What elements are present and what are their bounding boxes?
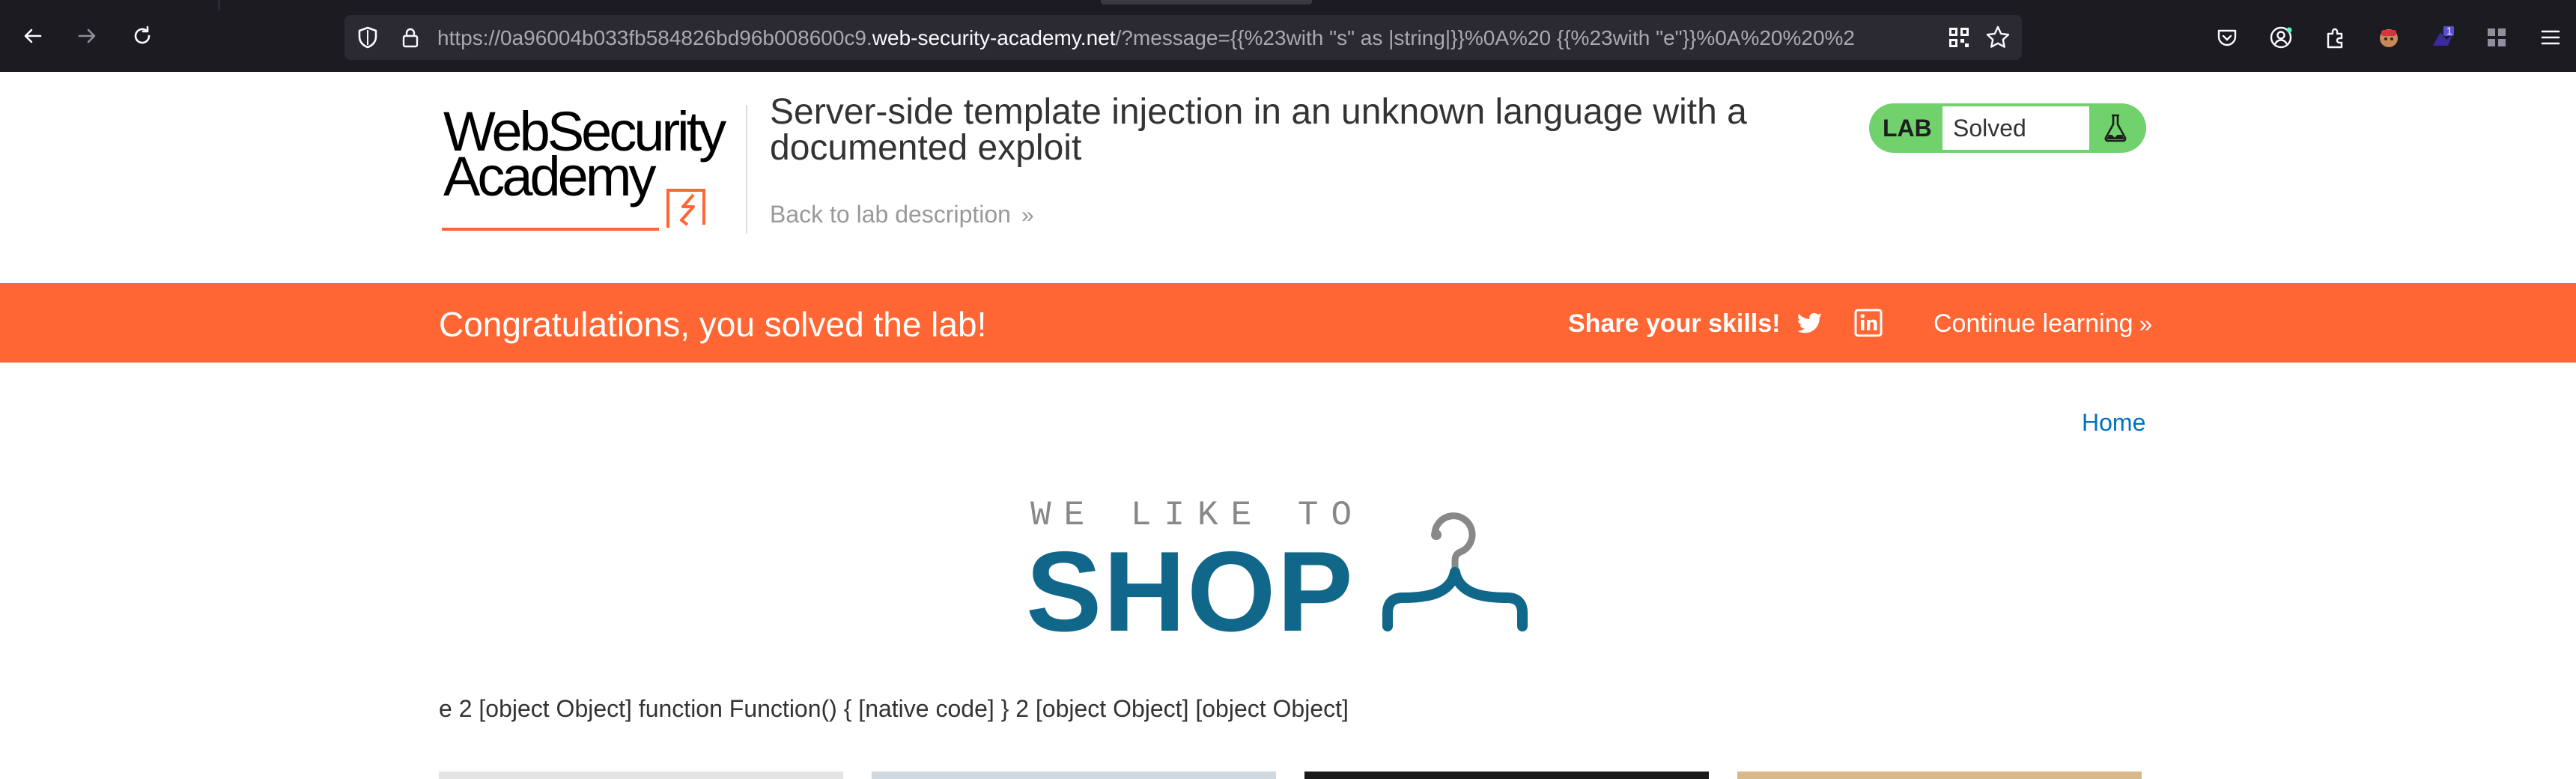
academy-mark-icon: [666, 189, 705, 228]
extensions-icon: [2327, 28, 2343, 49]
menu-icon: [2541, 30, 2560, 45]
forward-arrow-icon: [78, 28, 96, 43]
logo-line-2: Academy: [443, 145, 656, 207]
shield-icon[interactable]: [355, 25, 380, 50]
web-security-academy-logo[interactable]: WebSecurity Academy: [439, 100, 738, 231]
lab-header: WebSecurity Academy Server-side template…: [0, 72, 2576, 283]
lab-status: Solved: [1942, 106, 2089, 150]
pocket-button[interactable]: [2214, 24, 2241, 51]
url-prefix: https://0a96004b033fb584826bd96b008600c9…: [437, 26, 872, 49]
back-to-lab-description-link[interactable]: Back to lab description »: [770, 199, 1034, 231]
pocket-icon: [2217, 29, 2237, 46]
shop-logo: WE LIKE TO SHOP: [1026, 494, 1565, 652]
forward-button[interactable]: [72, 21, 102, 51]
template-output-message: e 2 [object Object] function Function() …: [439, 695, 1349, 722]
grid-extension-button[interactable]: [2483, 24, 2510, 51]
lab-status-badge: LAB Solved: [1869, 103, 2146, 153]
reload-button[interactable]: [127, 21, 157, 51]
product-card[interactable]: [872, 772, 1276, 779]
grid-extension-icon: [2488, 28, 2506, 46]
product-card[interactable]: [439, 772, 843, 779]
qr-code-icon[interactable]: [1947, 25, 1971, 49]
address-bar[interactable]: https://0a96004b033fb584826bd96b008600c9…: [344, 15, 2022, 60]
continue-learning-label: Continue learning: [1933, 309, 2133, 338]
double-chevron-icon: »: [2139, 310, 2153, 337]
browser-toolbar: https://0a96004b033fb584826bd96b008600c9…: [0, 0, 2576, 72]
back-link-label: Back to lab description: [770, 201, 1011, 228]
back-button[interactable]: [18, 21, 48, 51]
account-icon: [2270, 26, 2292, 49]
lock-icon[interactable]: [398, 25, 422, 49]
solved-banner: Congratulations, you solved the lab! Sha…: [0, 283, 2576, 363]
linkedin-icon[interactable]: [1854, 309, 1883, 337]
extensions-button[interactable]: [2321, 24, 2348, 51]
account-button[interactable]: [2267, 24, 2294, 51]
continue-learning-link[interactable]: Continue learning»: [1933, 309, 2152, 339]
url-text[interactable]: https://0a96004b033fb584826bd96b008600c9…: [437, 25, 1868, 51]
reload-icon: [134, 25, 151, 44]
url-host: web-security-academy.net: [872, 26, 1116, 49]
lab-title: Server-side template injection in an unk…: [770, 92, 1747, 168]
home-link[interactable]: Home: [2082, 409, 2145, 436]
share-label: Share your skills!: [1568, 309, 1781, 338]
avatar-extension-button[interactable]: [2375, 24, 2402, 51]
solved-message: Congratulations, you solved the lab!: [439, 305, 987, 344]
extension-badge: 1: [2446, 25, 2452, 37]
active-tab-edge[interactable]: [1101, 0, 1312, 4]
header-divider: [746, 105, 747, 234]
logo-underline: [442, 228, 659, 231]
purple-extension-button[interactable]: 1: [2429, 24, 2456, 51]
flask-icon: [2104, 114, 2127, 142]
back-arrow-icon: [24, 28, 42, 43]
menu-button[interactable]: [2537, 24, 2564, 51]
shop-wordmark: SHOP: [1026, 528, 1355, 655]
product-card[interactable]: [1737, 772, 2142, 779]
url-suffix: /?message={{%23with "s" as |string|}}%0A…: [1115, 26, 1856, 49]
lab-tag: LAB: [1883, 115, 1932, 142]
double-chevron-icon: »: [1021, 203, 1034, 228]
bookmark-star-icon[interactable]: [1984, 24, 2011, 51]
product-card[interactable]: [1304, 772, 1709, 779]
avatar-extension-icon: [2380, 29, 2398, 47]
hanger-icon: [1382, 512, 1528, 631]
twitter-icon[interactable]: [1794, 309, 1824, 339]
